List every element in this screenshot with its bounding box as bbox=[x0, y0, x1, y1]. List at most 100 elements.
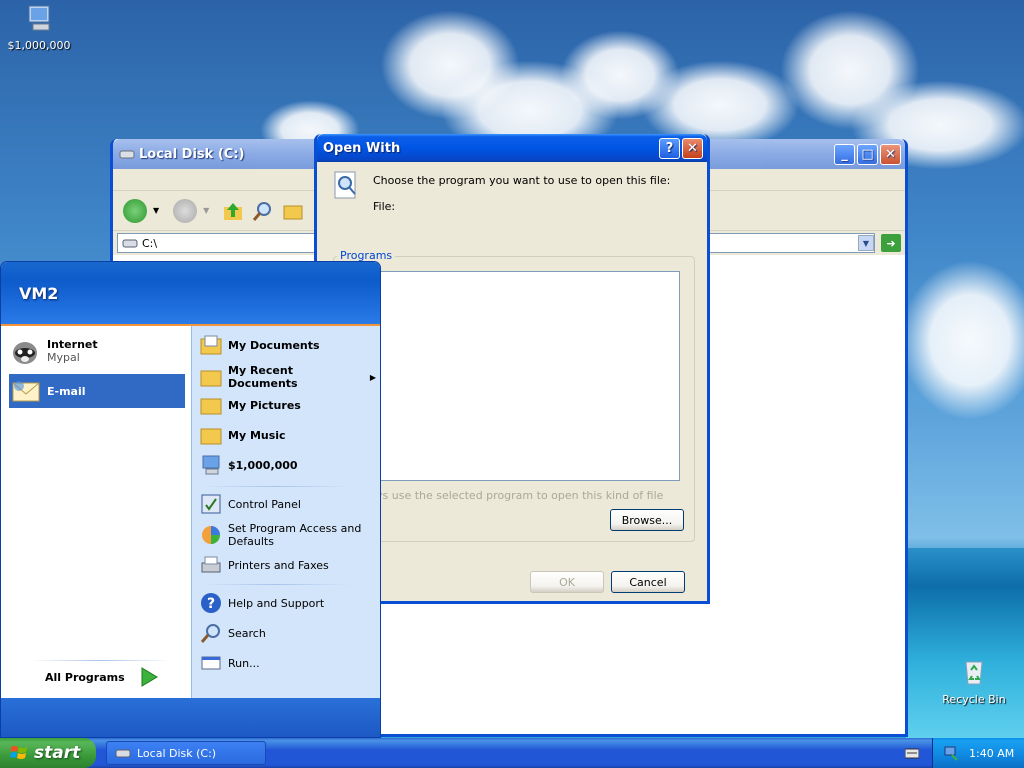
help-and-support[interactable]: ? Help and Support bbox=[200, 592, 324, 614]
forward-icon[interactable] bbox=[173, 198, 198, 223]
explorer-title: Local Disk (C:) bbox=[139, 146, 245, 162]
place-label: My Documents bbox=[228, 338, 320, 352]
help-icon: ? bbox=[201, 593, 221, 613]
separator bbox=[200, 486, 352, 487]
cancel-button[interactable]: Cancel bbox=[611, 571, 685, 593]
pinned-item-email[interactable]: E-mail bbox=[9, 374, 185, 408]
place-my-music[interactable]: My Music bbox=[200, 424, 286, 446]
separator bbox=[200, 584, 352, 585]
user-name: VM2 bbox=[19, 283, 59, 303]
drive-icon bbox=[119, 150, 135, 159]
computer-icon bbox=[28, 5, 50, 31]
clock[interactable]: 1:40 AM bbox=[969, 747, 1014, 760]
settings-label: Set Program Access and Defaults bbox=[228, 522, 362, 548]
desktop-sea bbox=[906, 548, 1024, 738]
file-search-icon bbox=[334, 171, 356, 199]
taskbar: start Local Disk (C:) 1:40 AM bbox=[0, 738, 1024, 768]
help-label: Help and Support bbox=[228, 596, 325, 610]
programs-group: Programs ys use the selected program to … bbox=[333, 249, 695, 542]
desktop-icon-label: $1,000,000 bbox=[7, 39, 71, 52]
taskbar-item-local-disk[interactable]: Local Disk (C:) bbox=[106, 741, 266, 765]
program-access-icon bbox=[202, 526, 220, 544]
start-menu-right-pane: My Documents My Recent Documents ▶ My Pi… bbox=[191, 326, 380, 698]
search-icon bbox=[200, 624, 220, 643]
settings-control-panel[interactable]: Control Panel bbox=[200, 493, 301, 515]
computer-icon bbox=[202, 455, 220, 475]
settings-label: Control Panel bbox=[228, 497, 301, 511]
music-folder-icon bbox=[200, 428, 222, 445]
start-menu-footer bbox=[1, 698, 380, 737]
pinned-item-internet[interactable]: Internet Mypal bbox=[9, 334, 185, 368]
keyboard-icon[interactable] bbox=[905, 747, 919, 759]
place-label: $1,000,000 bbox=[228, 458, 298, 472]
forward-dropdown-icon[interactable]: ▼ bbox=[203, 206, 209, 215]
folders-icon[interactable] bbox=[281, 199, 305, 223]
file-label: File: bbox=[373, 200, 396, 213]
maximize-button[interactable]: □ bbox=[857, 143, 878, 165]
settings-program-access[interactable]: Set Program Access and Defaults bbox=[200, 522, 370, 548]
pinned-item-title: Internet bbox=[47, 338, 98, 351]
place-label: My Recent Documents bbox=[228, 364, 298, 390]
settings-printers-faxes[interactable]: Printers and Faxes bbox=[200, 554, 329, 576]
address-dropdown-icon[interactable]: ▼ bbox=[858, 235, 874, 251]
start-menu-left-pane: Internet Mypal E-mail All Programs bbox=[1, 326, 191, 698]
address-value: C:\ bbox=[142, 236, 158, 250]
browse-button[interactable]: Browse... bbox=[610, 509, 684, 531]
start-button[interactable]: start bbox=[0, 738, 96, 768]
place-label: My Pictures bbox=[228, 398, 301, 412]
minimize-button[interactable]: _ bbox=[834, 143, 855, 165]
folder-icon bbox=[200, 370, 222, 387]
submenu-arrow-icon: ▶ bbox=[369, 372, 376, 382]
drive-icon bbox=[115, 749, 131, 758]
help-button[interactable]: ? bbox=[659, 137, 680, 159]
email-icon bbox=[12, 381, 40, 402]
dialog-prompt: Choose the program you want to use to op… bbox=[373, 174, 671, 187]
start-menu-header: VM2 bbox=[1, 262, 380, 326]
desktop-icon-computer[interactable]: $1,000,000 bbox=[6, 2, 72, 52]
control-panel-icon bbox=[201, 494, 221, 514]
go-arrow-icon[interactable]: ➜ bbox=[881, 234, 901, 252]
all-programs-label: All Programs bbox=[45, 670, 125, 684]
taskbar-item-label: Local Disk (C:) bbox=[137, 746, 217, 760]
programs-list[interactable] bbox=[342, 271, 680, 481]
close-button[interactable]: ✕ bbox=[880, 143, 901, 165]
run-icon bbox=[201, 656, 221, 670]
dialog-titlebar[interactable]: Open With ? ✕ bbox=[317, 134, 707, 162]
always-use-checkbox-label[interactable]: ys use the selected program to open this… bbox=[376, 489, 663, 502]
network-icon[interactable] bbox=[943, 745, 959, 761]
recycle-bin-icon bbox=[965, 661, 983, 685]
ok-button[interactable]: OK bbox=[530, 571, 604, 593]
drive-icon bbox=[122, 239, 138, 248]
back-dropdown-icon[interactable]: ▼ bbox=[153, 206, 159, 215]
pictures-folder-icon bbox=[200, 398, 222, 415]
desktop-icon-recycle-bin[interactable]: Recycle Bin bbox=[940, 656, 1008, 706]
up-folder-icon[interactable] bbox=[221, 199, 245, 223]
dialog-title: Open With bbox=[323, 140, 401, 156]
svg-text:?: ? bbox=[207, 596, 215, 612]
documents-folder-icon bbox=[200, 335, 222, 355]
separator bbox=[31, 660, 171, 661]
start-menu[interactable]: VM2 Internet Mypal E-mail All Programs M… bbox=[0, 261, 381, 738]
settings-label: Printers and Faxes bbox=[228, 558, 329, 572]
place-my-documents[interactable]: My Documents bbox=[200, 334, 320, 356]
pinned-item-subtitle: Mypal bbox=[47, 351, 80, 364]
search-item[interactable]: Search bbox=[200, 622, 266, 644]
run-label: Run... bbox=[228, 656, 260, 670]
place-my-pictures[interactable]: My Pictures bbox=[200, 394, 301, 416]
pinned-item-title: E-mail bbox=[47, 384, 86, 398]
raccoon-icon bbox=[13, 342, 37, 364]
close-button[interactable]: ✕ bbox=[682, 137, 703, 159]
run-item[interactable]: Run... bbox=[200, 652, 260, 674]
start-label: start bbox=[34, 743, 81, 763]
place-my-recent-documents[interactable]: My Recent Documents ▶ bbox=[200, 364, 376, 390]
system-tray: 1:40 AM bbox=[932, 738, 1024, 768]
printer-icon bbox=[201, 556, 221, 573]
place-label: My Music bbox=[228, 428, 286, 442]
desktop-icon-label: Recycle Bin bbox=[942, 693, 1006, 706]
search-icon[interactable] bbox=[251, 199, 275, 223]
place-my-computer[interactable]: $1,000,000 bbox=[200, 454, 298, 476]
search-label: Search bbox=[228, 626, 266, 640]
back-icon[interactable] bbox=[123, 198, 147, 223]
windows-logo-icon bbox=[10, 746, 27, 759]
all-programs-button[interactable]: All Programs bbox=[45, 666, 159, 688]
